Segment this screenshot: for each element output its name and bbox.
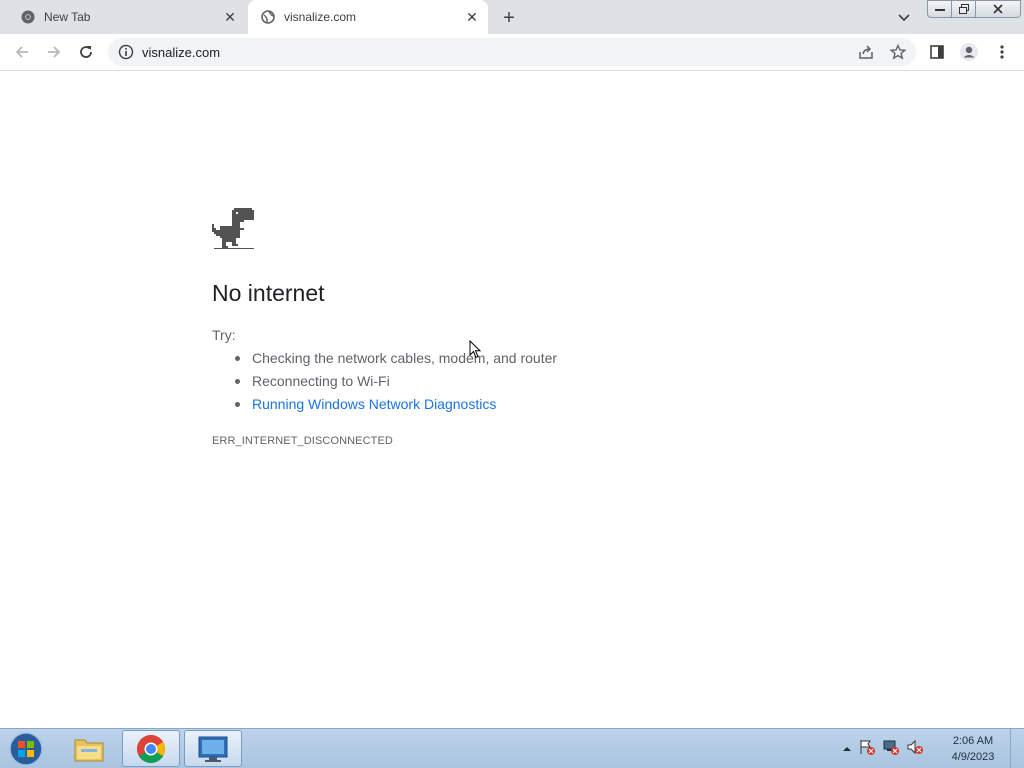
close-window-button[interactable] (976, 0, 1021, 18)
system-tray (842, 737, 924, 761)
error-heading: No internet (212, 280, 325, 306)
network-disconnected-icon[interactable] (882, 738, 900, 761)
remote-desktop-taskbar-button[interactable] (184, 730, 242, 767)
suggestion-list: Checking the network cables, modem, and … (232, 350, 557, 419)
show-hidden-icons-icon[interactable] (842, 740, 852, 758)
tab-title: visnalize.com (284, 10, 357, 24)
page-content: No internet Try: Checking the network ca… (0, 72, 1024, 728)
tab-search-icon[interactable] (894, 8, 914, 28)
tab-new-tab[interactable]: New Tab ✕ (8, 0, 246, 34)
share-icon[interactable] (856, 42, 876, 62)
browser-window: New Tab ✕ visnalize.com ✕ + visnalize.co… (0, 0, 1024, 768)
forward-arrow-icon[interactable] (44, 42, 64, 62)
try-label: Try: (212, 327, 236, 343)
chrome-icon (137, 734, 165, 763)
taskbar-clock[interactable]: 2:06 AM 4/9/2023 (940, 733, 1006, 765)
back-arrow-icon[interactable] (12, 42, 32, 62)
clock-time: 2:06 AM (952, 735, 994, 747)
menu-kebab-icon[interactable] (992, 42, 1012, 62)
mouse-cursor-icon (469, 339, 483, 360)
close-icon[interactable]: ✕ (220, 7, 240, 27)
url-text: visnalize.com (142, 45, 221, 60)
minimize-button[interactable] (927, 0, 952, 18)
offline-dino-icon[interactable] (212, 208, 256, 252)
chrome-taskbar-button[interactable] (122, 730, 180, 767)
profile-avatar-icon[interactable] (959, 42, 979, 62)
file-explorer-taskbar-button[interactable] (60, 730, 118, 767)
action-center-flag-icon[interactable] (858, 738, 876, 761)
address-bar[interactable]: visnalize.com (108, 38, 916, 66)
taskbar: 2:06 AM 4/9/2023 (0, 728, 1024, 768)
bookmark-star-icon[interactable] (888, 42, 908, 62)
close-icon[interactable]: ✕ (462, 7, 482, 27)
network-diagnostics-link[interactable]: Running Windows Network Diagnostics (232, 396, 557, 419)
volume-muted-icon[interactable] (906, 738, 924, 761)
error-code: ERR_INTERNET_DISCONNECTED (212, 435, 393, 447)
browser-toolbar: visnalize.com (0, 34, 1024, 71)
info-icon[interactable] (118, 44, 134, 60)
restore-button[interactable] (952, 0, 976, 18)
clock-date: 4/9/2023 (951, 751, 995, 763)
suggestion-reconnect-wifi: Reconnecting to Wi-Fi (232, 373, 557, 396)
side-panel-icon[interactable] (927, 42, 947, 62)
reload-icon[interactable] (76, 42, 96, 62)
globe-icon (260, 9, 276, 25)
tab-strip: New Tab ✕ visnalize.com ✕ + (0, 0, 1024, 34)
folder-icon (74, 739, 104, 761)
new-tab-button[interactable]: + (498, 7, 520, 29)
start-button[interactable] (6, 731, 46, 767)
tab-visnalize[interactable]: visnalize.com ✕ (248, 0, 488, 34)
suggestion-check-cables: Checking the network cables, modem, and … (232, 350, 557, 373)
tab-title: New Tab (44, 10, 91, 24)
monitor-icon (198, 736, 228, 762)
show-desktop-button[interactable] (1010, 729, 1024, 768)
chrome-icon (20, 9, 36, 25)
window-controls (927, 0, 1021, 18)
